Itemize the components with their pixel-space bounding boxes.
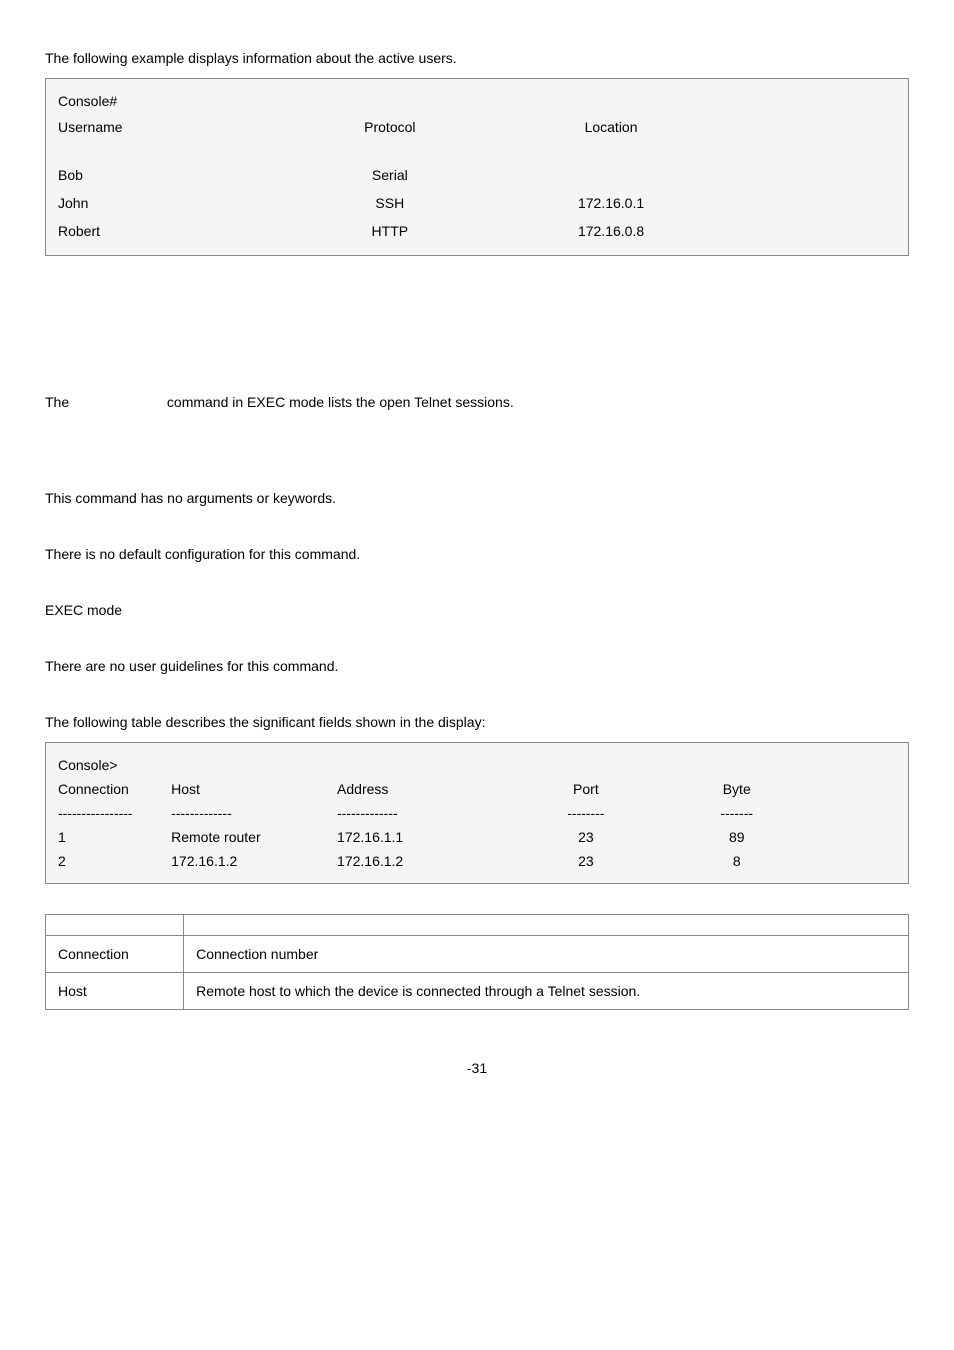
console-output-1: Console# Username Protocol Location Bob …	[45, 78, 909, 256]
col-connection-header: Connection	[58, 781, 171, 797]
cell-port: 23	[510, 829, 661, 845]
cell-byte: 8	[661, 853, 812, 869]
sep: -------------	[171, 805, 337, 821]
console2-row: 1 Remote router 172.16.1.1 23 89	[58, 825, 812, 849]
console1-row: Bob Serial	[58, 161, 728, 189]
fields-header-left	[46, 915, 184, 936]
console2-header-row: Connection Host Address Port Byte	[58, 777, 812, 801]
sep: -------	[661, 805, 812, 821]
col-port-header: Port	[510, 781, 661, 797]
field-desc: Remote host to which the device is conne…	[184, 973, 909, 1010]
cell-port: 23	[510, 853, 661, 869]
command-description: The command in EXEC mode lists the open …	[45, 394, 909, 410]
guidelines-body: There are no user guidelines for this co…	[45, 658, 909, 674]
console1-header-row: Username Protocol Location	[58, 113, 728, 141]
mode-body: EXEC mode	[45, 602, 909, 618]
cell-location: 172.16.0.1	[500, 195, 721, 211]
cell-connection: 2	[58, 853, 171, 869]
console2-separator-row: ---------------- ------------- ---------…	[58, 801, 812, 825]
console1-row: Robert HTTP 172.16.0.8	[58, 217, 728, 245]
col-protocol-header: Protocol	[279, 119, 500, 135]
cell-protocol: SSH	[279, 195, 500, 211]
console2-prompt: Console>	[58, 753, 896, 777]
cell-protocol: HTTP	[279, 223, 500, 239]
cell-connection: 1	[58, 829, 171, 845]
cell-address: 172.16.1.2	[337, 853, 510, 869]
console-output-2: Console> Connection Host Address Port By…	[45, 742, 909, 884]
intro-text-2: The following table describes the signif…	[45, 714, 909, 730]
syntax-body: This command has no arguments or keyword…	[45, 490, 909, 506]
console-prompt: Console#	[58, 89, 896, 113]
cell-address: 172.16.1.1	[337, 829, 510, 845]
col-host-header: Host	[171, 781, 337, 797]
desc-rest: command in EXEC mode lists the open Teln…	[167, 394, 514, 410]
cell-username: John	[58, 195, 279, 211]
cell-protocol: Serial	[279, 167, 500, 183]
cell-byte: 89	[661, 829, 812, 845]
fields-header-right	[184, 915, 909, 936]
field-name: Host	[46, 973, 184, 1010]
intro-text-1: The following example displays informati…	[45, 50, 909, 66]
field-desc: Connection number	[184, 936, 909, 973]
fields-table: Connection Connection number Host Remote…	[45, 914, 909, 1010]
cell-username: Bob	[58, 167, 279, 183]
page-number: -31	[45, 1060, 909, 1076]
table-row: Host Remote host to which the device is …	[46, 973, 909, 1010]
col-username-header: Username	[58, 119, 279, 135]
sep: -------------	[337, 805, 510, 821]
cell-host: 172.16.1.2	[171, 853, 337, 869]
cell-location: 172.16.0.8	[500, 223, 721, 239]
field-name: Connection	[46, 936, 184, 973]
console1-row: John SSH 172.16.0.1	[58, 189, 728, 217]
col-location-header: Location	[500, 119, 721, 135]
sep: --------	[510, 805, 661, 821]
cell-host: Remote router	[171, 829, 337, 845]
cell-username: Robert	[58, 223, 279, 239]
col-address-header: Address	[337, 781, 510, 797]
console2-row: 2 172.16.1.2 172.16.1.2 23 8	[58, 849, 812, 873]
table-row	[46, 915, 909, 936]
sep: ----------------	[58, 805, 171, 821]
cell-location	[500, 167, 721, 183]
desc-the: The	[45, 394, 69, 410]
table-row: Connection Connection number	[46, 936, 909, 973]
col-byte-header: Byte	[661, 781, 812, 797]
default-body: There is no default configuration for th…	[45, 546, 909, 562]
